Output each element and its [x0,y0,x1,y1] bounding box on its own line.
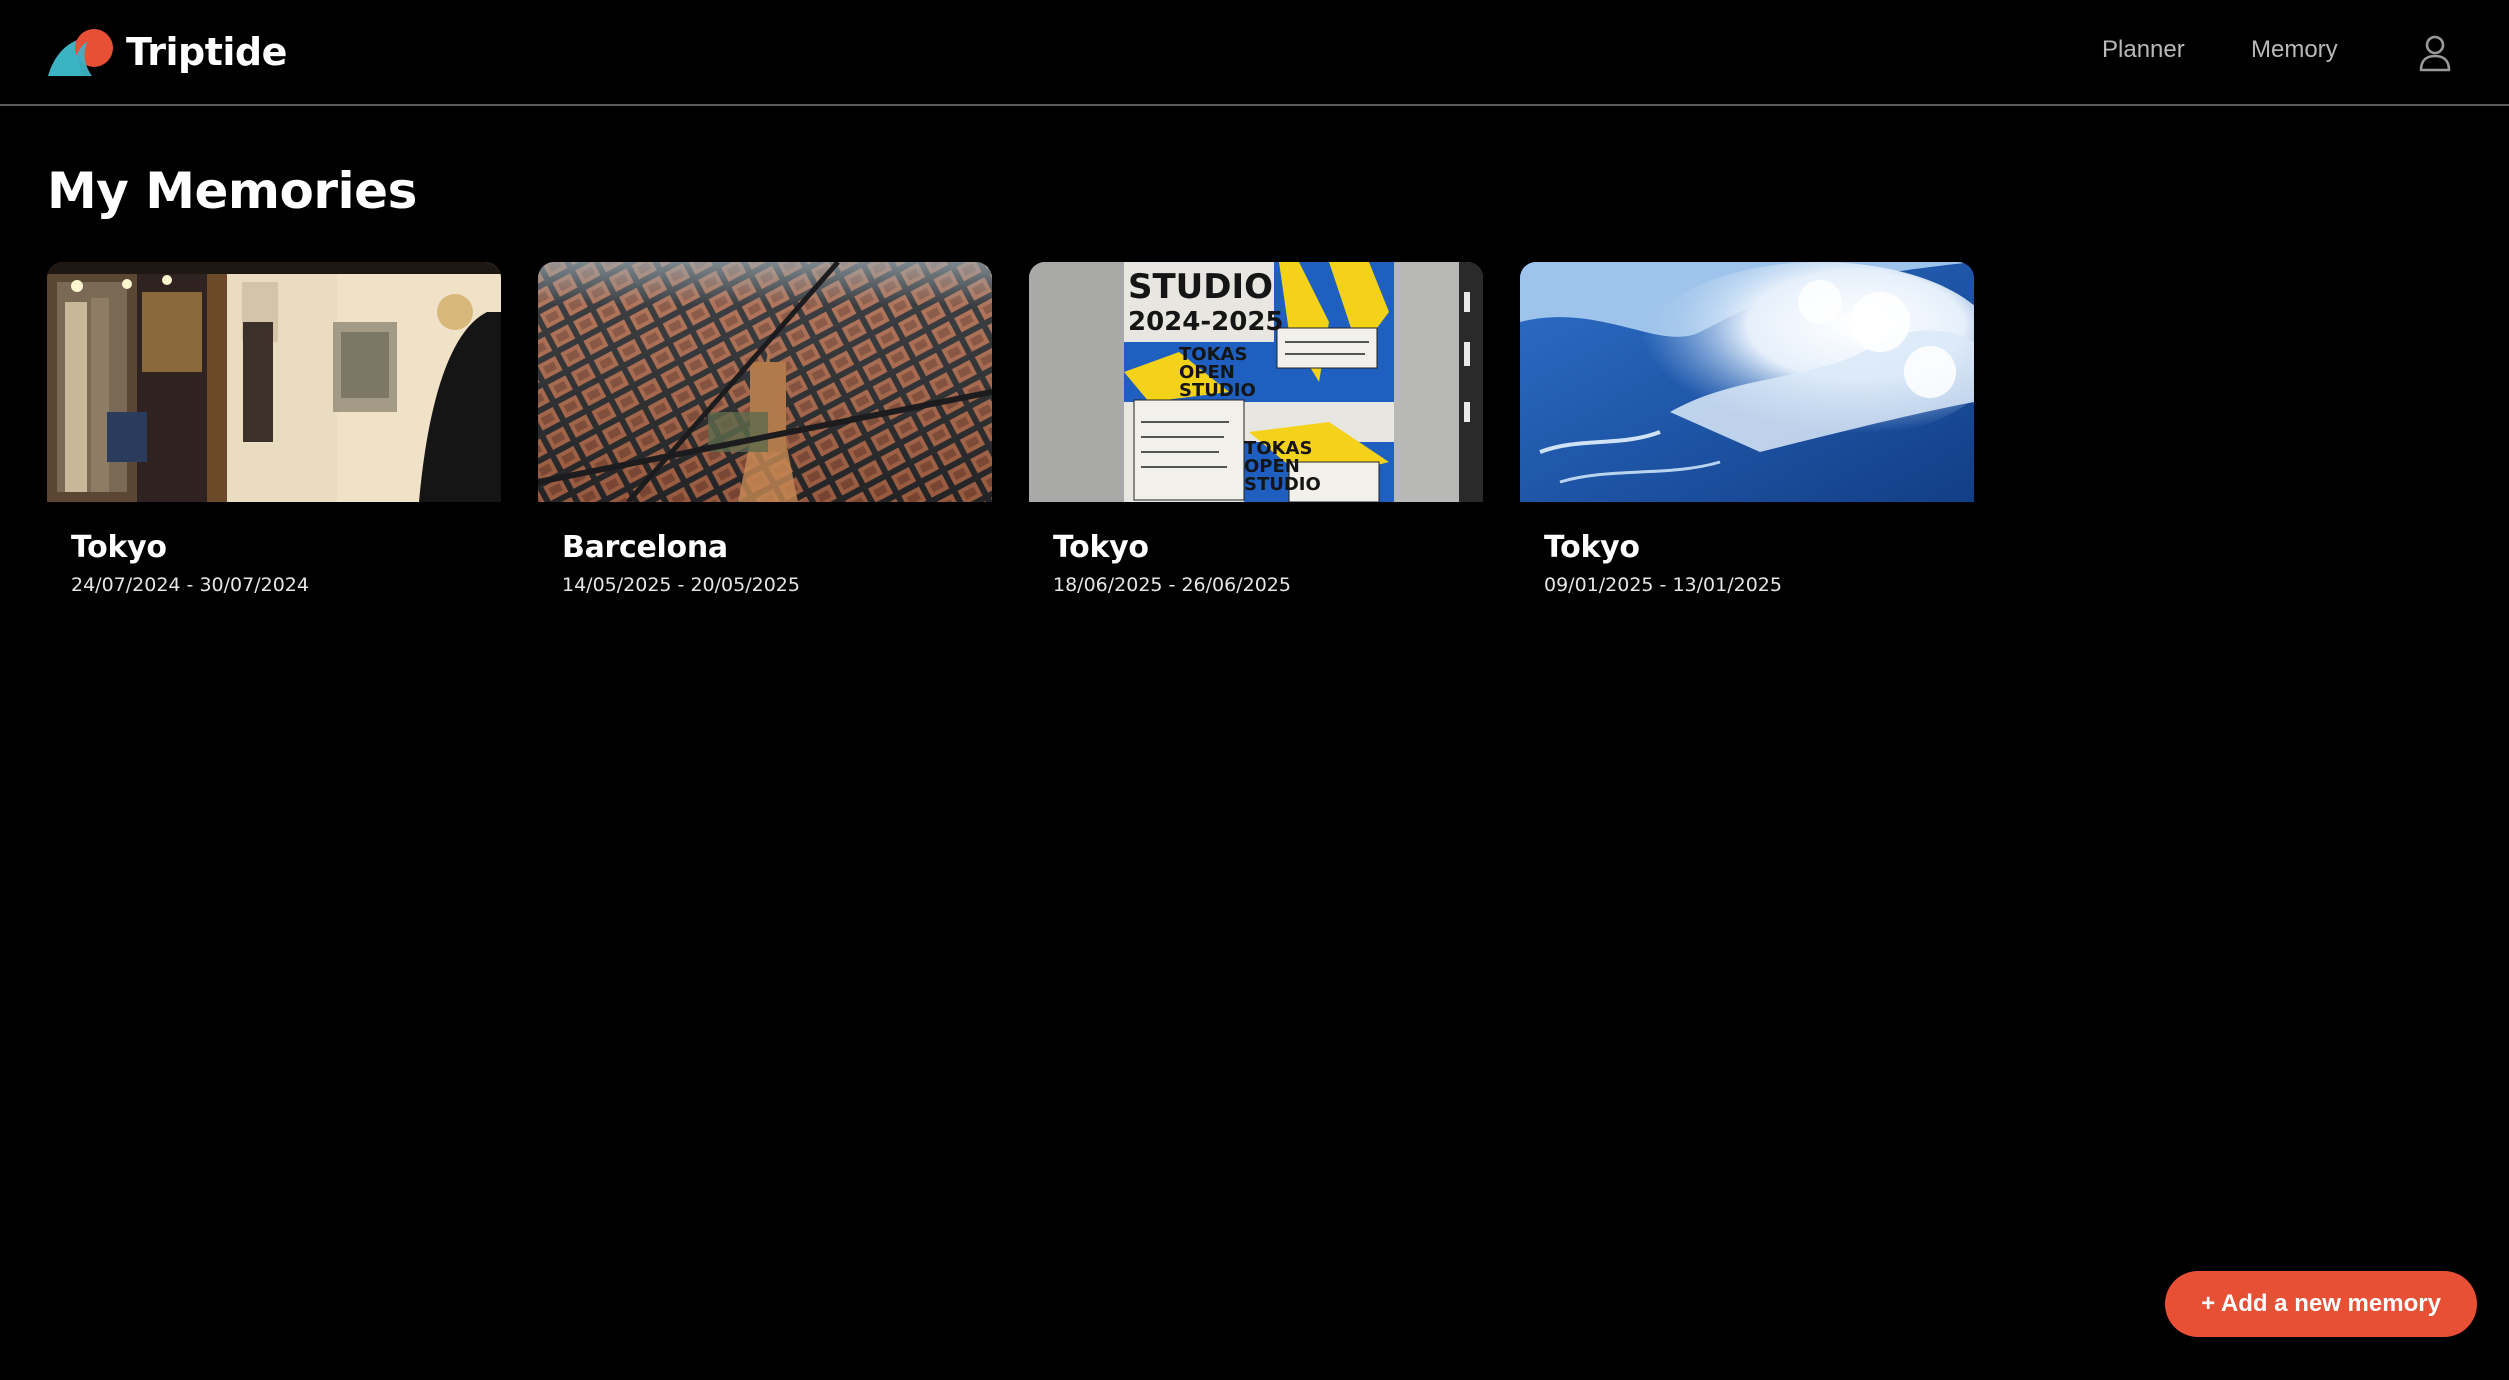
brand-home-link[interactable]: Triptide [46,26,287,78]
memory-dates: 24/07/2024 - 30/07/2024 [71,574,309,596]
ocean-wave-photo [1520,262,1974,502]
nav-memory-link[interactable]: Memory [2251,36,2338,70]
nav-planner-link[interactable]: Planner [2102,36,2185,70]
wave-sun-logo-icon [48,29,113,76]
vintage-shop-photo [47,262,501,502]
memory-dates: 14/05/2025 - 20/05/2025 [562,574,800,596]
poster-block1-line3: STUDIO [1179,380,1256,401]
memory-city: Barcelona [562,530,728,565]
user-icon [2419,35,2451,72]
memory-card-grid: Tokyo 24/07/2024 - 30/07/2024 Barcelona … [47,262,1974,598]
memory-dates: 09/01/2025 - 13/01/2025 [1544,574,1782,596]
app-name: Triptide [126,30,287,74]
memory-card[interactable]: Tokyo 09/01/2025 - 13/01/2025 [1520,262,1974,598]
poster-heading-line1: STUDIO [1128,267,1273,307]
add-memory-button[interactable]: + Add a new memory [2165,1271,2477,1337]
memory-dates: 18/06/2025 - 26/06/2025 [1053,574,1291,596]
memory-card[interactable]: STUDIO 2024-2025 TOKAS OPEN STUDIO TOKAS… [1029,262,1483,598]
aerial-city-photo [538,262,992,502]
poster-heading-line2: 2024-2025 [1128,307,1284,337]
studio-poster-photo: STUDIO 2024-2025 TOKAS OPEN STUDIO TOKAS… [1029,262,1483,502]
top-navigation-bar: Triptide Planner Memory [0,0,2509,106]
memory-city: Tokyo [71,530,167,565]
memory-city: Tokyo [1544,530,1640,565]
poster-block2-line3: STUDIO [1244,474,1321,495]
memory-card[interactable]: Tokyo 24/07/2024 - 30/07/2024 [47,262,501,598]
profile-button[interactable] [2418,34,2452,72]
memory-city: Tokyo [1053,530,1149,565]
memory-card[interactable]: Barcelona 14/05/2025 - 20/05/2025 [538,262,992,598]
page-title: My Memories [47,162,417,220]
